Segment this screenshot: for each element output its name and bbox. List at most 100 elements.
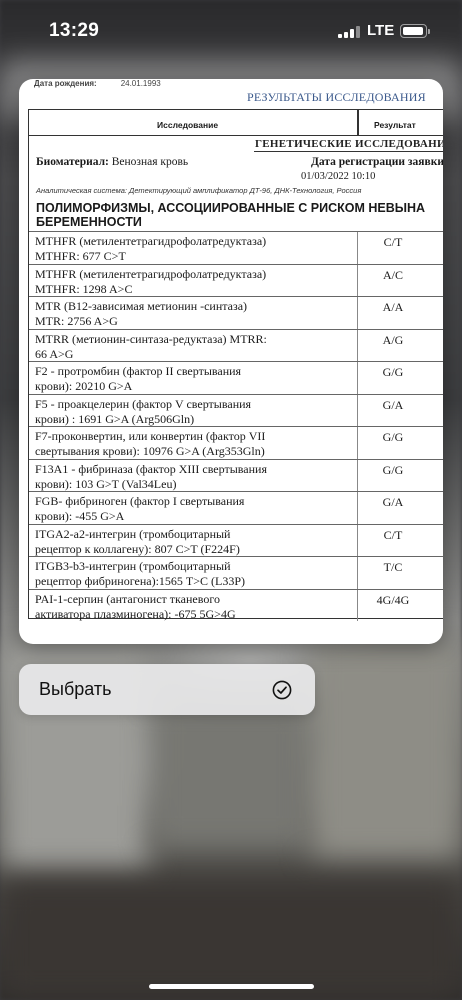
row-line: F5 - проакцелерин (фактор V свертывания [35,396,252,411]
row-result-value: G/A [382,397,404,412]
row-result-value: 4G/4G [376,592,410,607]
row-line: PAI-1-серпин (антагонист тканевого [35,591,220,606]
section-title-line: ПОЛИМОРФИЗМЫ, АССОЦИИРОВАННЫЕ С РИСКОМ Н… [36,201,426,215]
row-line: MTHFR (метилентетрагидрофолатредуктаза) [35,234,267,248]
table-row: ITGB3-b3-интегрин (тромбоцитарный рецепто… [29,556,443,589]
row-line: ITGA2-a2-интегрин (тромбоцитарный [35,526,231,541]
row-divider [357,264,358,296]
table-row: MTHFR (метилентетрагидрофолатредуктаза) M… [29,231,443,264]
image-preview-card[interactable]: Дата рождения: 24.01.1993 РЕЗУЛЬТАТЫ ИССЛ… [19,79,443,644]
row-line: FGB- фибриноген (фактор I свертывания [35,494,245,508]
row-study-name: ITGB3-b3-интегрин (тромбоцитарный рецепто… [35,559,335,589]
header-result: Результат [374,120,416,130]
row-divider [357,459,358,491]
background-blur-shape [310,640,462,860]
row-divider [357,329,358,361]
section-title-line: БЕРЕМЕННОСТИ [36,215,142,229]
row-result-value: G/G [382,430,404,444]
row-study-name: F13A1 - фибриназа (фактор XIII свертыван… [35,462,335,492]
row-study-name: ITGA2-a2-интегрин (тромбоцитарный рецепто… [35,527,335,557]
row-divider [357,232,358,264]
background-blur-shape [0,880,462,1000]
biomaterial: Биоматериал: Венозная кровь [36,156,188,168]
table-row: MTR (B12-зависимая метионин -синтаза) MTR… [29,296,443,329]
results-rows: MTHFR (метилентетрагидрофолатредуктаза) M… [29,231,443,621]
table-row: FGB- фибриноген (фактор I свертывания кро… [29,491,443,524]
status-time: 13:29 [49,20,100,41]
table-row: F13A1 - фибриназа (фактор XIII свертыван… [29,458,443,492]
row-line: MTR: 2756 A>G [35,314,118,328]
row-study-name: MTRR (метионин-синтаза-редуктаза) MTRR: 6… [35,332,335,362]
row-result-value: A/C [382,267,403,282]
row-line: крови): 103 G>T (Val34Leu) [35,476,177,491]
row-result-value: G/G [382,365,404,379]
row-result-value: C/T [383,235,403,249]
home-indicator[interactable] [149,984,314,989]
row-line: MTR (B12-зависимая метионин -синтаза) [35,299,248,313]
row-line: F2 - протромбин (фактор II свертывания [35,364,242,378]
row-line: ITGB3-b3-интегрин (тромбоцитарный [35,559,231,573]
row-result-value: G/G [382,462,404,477]
row-study-name: FGB- фибриноген (фактор I свертывания кро… [35,494,335,524]
row-result-value: G/A [382,495,404,509]
checkmark-circle-icon [272,680,292,700]
row-divider [357,589,358,621]
row-divider [357,557,358,589]
row-line: свертывания крови): 10976 G>A (Arg353Gln… [35,444,265,458]
biomaterial-label: Биоматериал: [36,156,109,168]
select-label: Выбрать [39,679,112,699]
registration-date-value: 01/03/2022 10:10 [301,171,376,182]
row-line: F13A1 - фибриназа (фактор XIII свертыван… [35,461,267,476]
dob-value: 24.01.1993 [120,79,161,88]
status-bar: 13:29 LTE [0,0,462,64]
row-study-name: MTHFR (метилентетрагидрофолатредуктаза) M… [35,234,335,264]
row-study-name: F7-проконвертин, или конвертин (фактор V… [35,429,335,459]
results-title: РЕЗУЛЬТАТЫ ИССЛЕДОВАНИЯ [247,90,426,104]
dob-label: Дата рождения: [34,79,97,88]
table-row: PAI-1-серпин (антагонист тканевого актива… [29,588,443,622]
row-line: 66 A>G [35,346,74,361]
header-study: Исследование [157,120,219,130]
row-line: крови) : 1691 G>A (Arg506Gln) [35,411,195,426]
biomaterial-value: Венозная кровь [111,156,189,168]
header-divider [357,110,359,136]
registration-date-label: Дата регистрации заявки: [311,156,443,168]
row-study-name: MTR (B12-зависимая метионин -синтаза) MTR… [35,299,335,329]
row-line: крови): 20210 G>A [35,379,133,393]
polymorphism-section-title: ПОЛИМОРФИЗМЫ, АССОЦИИРОВАННЫЕ С РИСКОМ Н… [36,201,443,229]
network-type: LTE [367,22,395,39]
table-row: F5 - проакцелерин (фактор V свертывания к… [29,393,443,426]
background-blur-shape [150,700,310,850]
row-result-value: C/T [383,527,403,542]
row-divider [357,394,358,426]
cellular-signal-icon [338,26,360,38]
row-study-name: F2 - протромбин (фактор II свертывания кр… [35,364,335,394]
divider [254,151,443,152]
row-divider [357,297,358,329]
table-row: MTRR (метионин-синтаза-редуктаза) MTRR: 6… [29,328,443,362]
row-study-name: MTHFR (метилентетрагидрофолатредуктаза) M… [35,267,335,297]
select-menu-item[interactable]: Выбрать [19,664,315,715]
analytical-system: Аналитическая система: Детектирующий амп… [36,186,362,195]
table-row: MTHFR (метилентетрагидрофолатредуктаза) M… [29,263,443,297]
row-line: MTHFR: 677 C>T [35,249,126,263]
genetic-section-title: ГЕНЕТИЧЕСКИЕ ИССЛЕДОВАНИЯ [255,138,443,150]
row-divider [357,524,358,556]
row-divider [357,492,358,524]
row-line: рецептор фибриногена):1565 T>C (L33P) [35,574,245,588]
row-result-value: A/A [382,300,404,314]
row-line: MTHFR (метилентетрагидрофолатредуктаза) [35,266,267,281]
row-line: крови): -455 G>A [35,509,125,523]
row-result-value: A/G [382,332,404,347]
row-line: MTHFR: 1298 A>C [35,281,133,296]
row-study-name: PAI-1-серпин (антагонист тканевого актива… [35,592,335,622]
table-row: ITGA2-a2-интегрин (тромбоцитарный рецепто… [29,523,443,557]
row-divider [357,427,358,459]
row-divider [357,362,358,394]
table-row: F2 - протромбин (фактор II свертывания кр… [29,361,443,394]
row-line: MTRR (метионин-синтаза-редуктаза) MTRR: [35,331,267,346]
lab-results-document: Дата рождения: 24.01.1993 РЕЗУЛЬТАТЫ ИССЛ… [19,79,443,644]
table-row: F7-проконвертин, или конвертин (фактор V… [29,426,443,459]
results-table: Исследование Результат ГЕНЕТИЧЕСКИЕ ИССЛ… [28,109,443,621]
row-line: F7-проконвертин, или конвертин (фактор V… [35,429,266,443]
